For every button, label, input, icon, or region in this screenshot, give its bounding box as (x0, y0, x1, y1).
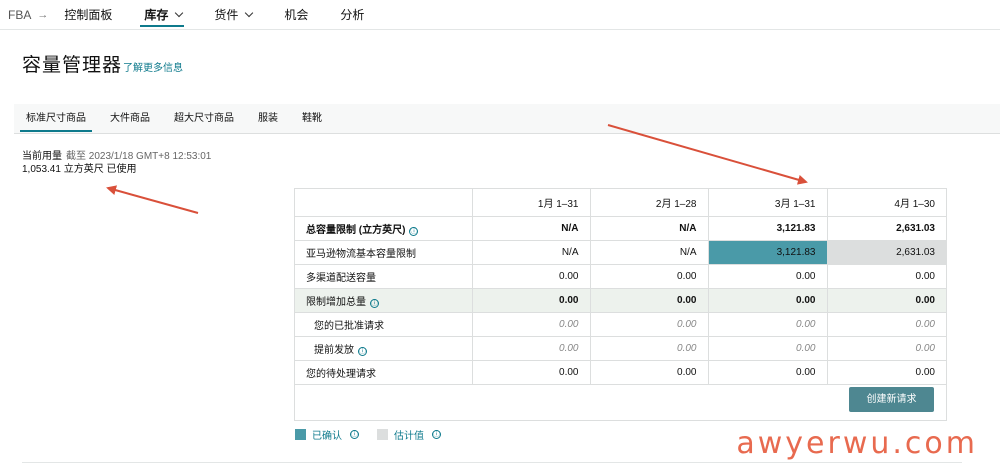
tab-standard-size[interactable]: 标准尺寸商品 (14, 104, 98, 134)
arrow-to-usage (106, 185, 199, 214)
learn-more-link[interactable]: 了解更多信息 (123, 59, 183, 74)
info-icon[interactable]: ⓘ (409, 226, 419, 236)
legend-confirmed: 已确认 ⓘ (295, 427, 359, 442)
info-icon[interactable]: ⓘ (350, 430, 359, 439)
nav-dashboard[interactable]: 控制面板 (64, 0, 112, 30)
watermark: awyerwu.com (736, 426, 978, 461)
nav-inventory[interactable]: 库存 (140, 0, 185, 30)
table-cell: 0.00 (826, 336, 946, 361)
table-cell: 0.00 (826, 288, 946, 313)
table-cell: 0.00 (589, 312, 708, 337)
chevron-down-icon (175, 8, 184, 17)
table-row: 提前发放 ⓘ 0.00 0.00 0.00 0.00 (295, 336, 946, 361)
row-label: 亚马逊物流基本容量限制 (295, 240, 472, 265)
info-icon[interactable]: ⓘ (432, 430, 441, 439)
nav-opportunities-label: 机会 (284, 8, 309, 22)
tabs-bar: 标准尺寸商品 大件商品 超大尺寸商品 服装 鞋靴 (14, 104, 1000, 134)
table-cell: 0.00 (471, 360, 590, 385)
column-header: 3月 1–31 (707, 189, 827, 217)
nav-analytics[interactable]: 分析 (340, 0, 364, 30)
table-cell-estimated: 2,631.03 (826, 240, 946, 265)
nav-shipments[interactable]: 货件 (214, 0, 254, 30)
nav-shipments-label: 货件 (214, 8, 239, 22)
table-cell: 0.00 (707, 336, 827, 361)
row-label: 您的已批准请求 (295, 312, 472, 337)
table-cell: 0.00 (589, 360, 708, 385)
table-cell: 0.00 (707, 312, 827, 337)
legend: 已确认 ⓘ 估计值 ⓘ (295, 427, 459, 442)
nav-analytics-label: 分析 (340, 8, 365, 22)
column-header: 4月 1–30 (826, 189, 946, 217)
row-label: 您的待处理请求 (295, 360, 472, 385)
create-new-request-button[interactable]: 创建新请求 (849, 387, 934, 412)
row-label: 限制增加总量 ⓘ (295, 288, 472, 313)
table-cell: N/A (589, 240, 708, 265)
info-icon[interactable]: ⓘ (370, 298, 379, 308)
page-title: 容量管理器 (22, 55, 123, 76)
nav-opportunities[interactable]: 机会 (284, 0, 308, 30)
table-row: 您的待处理请求 0.00 0.00 0.00 0.00 (295, 360, 946, 385)
column-header: 2月 1–28 (589, 189, 708, 217)
tab-footwear[interactable]: 鞋靴 (290, 104, 334, 134)
row-label: 提前发放 ⓘ (295, 336, 472, 361)
table-cell: 0.00 (471, 264, 590, 289)
table-row: 亚马逊物流基本容量限制 N/A N/A 3,121.83 2,631.03 (295, 240, 946, 265)
tab-oversize[interactable]: 超大尺寸商品 (162, 104, 246, 134)
table-cell: N/A (471, 240, 590, 265)
table-cell: 0.00 (707, 288, 827, 313)
nav-dashboard-label: 控制面板 (64, 8, 113, 22)
table-cell: N/A (589, 216, 708, 241)
legend-estimated: 估计值 ⓘ (377, 427, 441, 442)
chevron-down-icon (245, 8, 254, 17)
row-label-text: 限制增加总量 (306, 296, 366, 308)
table-cell: 0.00 (471, 336, 590, 361)
table-header-blank (295, 189, 472, 217)
table-cell: 0.00 (589, 288, 708, 313)
table-cell: 0.00 (589, 264, 708, 289)
table-row: 多渠道配送容量 0.00 0.00 0.00 0.00 (295, 264, 946, 289)
tab-large[interactable]: 大件商品 (98, 104, 162, 134)
table-cell: 2,631.03 (826, 216, 946, 241)
table-cell: 0.00 (707, 264, 827, 289)
table-cell: N/A (471, 216, 590, 241)
breadcrumb-fba[interactable]: FBA (8, 8, 31, 22)
capacity-table: 1月 1–31 2月 1–28 3月 1–31 4月 1–30 总容量限制 (立… (294, 188, 947, 421)
table-cell: 3,121.83 (707, 216, 827, 241)
current-usage-value: 1,053.41 立方英尺 已使用 (22, 164, 137, 175)
nav-inventory-label: 库存 (144, 8, 169, 22)
table-row: 限制增加总量 ⓘ 0.00 0.00 0.00 0.00 (295, 288, 946, 313)
table-row: 总容量限制 (立方英尺) ⓘ N/A N/A 3,121.83 2,631.03 (295, 216, 946, 241)
table-cell: 0.00 (471, 312, 590, 337)
info-icon[interactable]: ⓘ (358, 346, 367, 356)
table-row: 您的已批准请求 0.00 0.00 0.00 0.00 (295, 312, 946, 337)
table-cell: 0.00 (707, 360, 827, 385)
table-cell: 0.00 (826, 264, 946, 289)
breadcrumb-arrow-icon: → (37, 8, 49, 21)
tab-apparel[interactable]: 服装 (246, 104, 290, 134)
table-cell: 0.00 (471, 288, 590, 313)
column-header: 1月 1–31 (471, 189, 590, 217)
table-cell: 0.00 (826, 360, 946, 385)
legend-estimated-label: 估计值 (394, 431, 424, 442)
row-label: 总容量限制 (立方英尺) ⓘ (295, 216, 472, 241)
table-cell: 0.00 (826, 312, 946, 337)
table-cell: 0.00 (589, 336, 708, 361)
top-nav: FBA → 控制面板 库存 货件 机会 分析 (0, 0, 1000, 30)
bottom-divider (22, 462, 962, 463)
row-label-text: 提前发放 (314, 344, 354, 356)
legend-confirmed-label: 已确认 (312, 431, 342, 442)
row-label-text: 总容量限制 (立方英尺) (306, 224, 406, 236)
row-label: 多渠道配送容量 (295, 264, 472, 289)
table-cell-confirmed: 3,121.83 (707, 240, 827, 265)
legend-swatch-estimated (377, 429, 388, 440)
legend-swatch-confirmed (295, 429, 306, 440)
